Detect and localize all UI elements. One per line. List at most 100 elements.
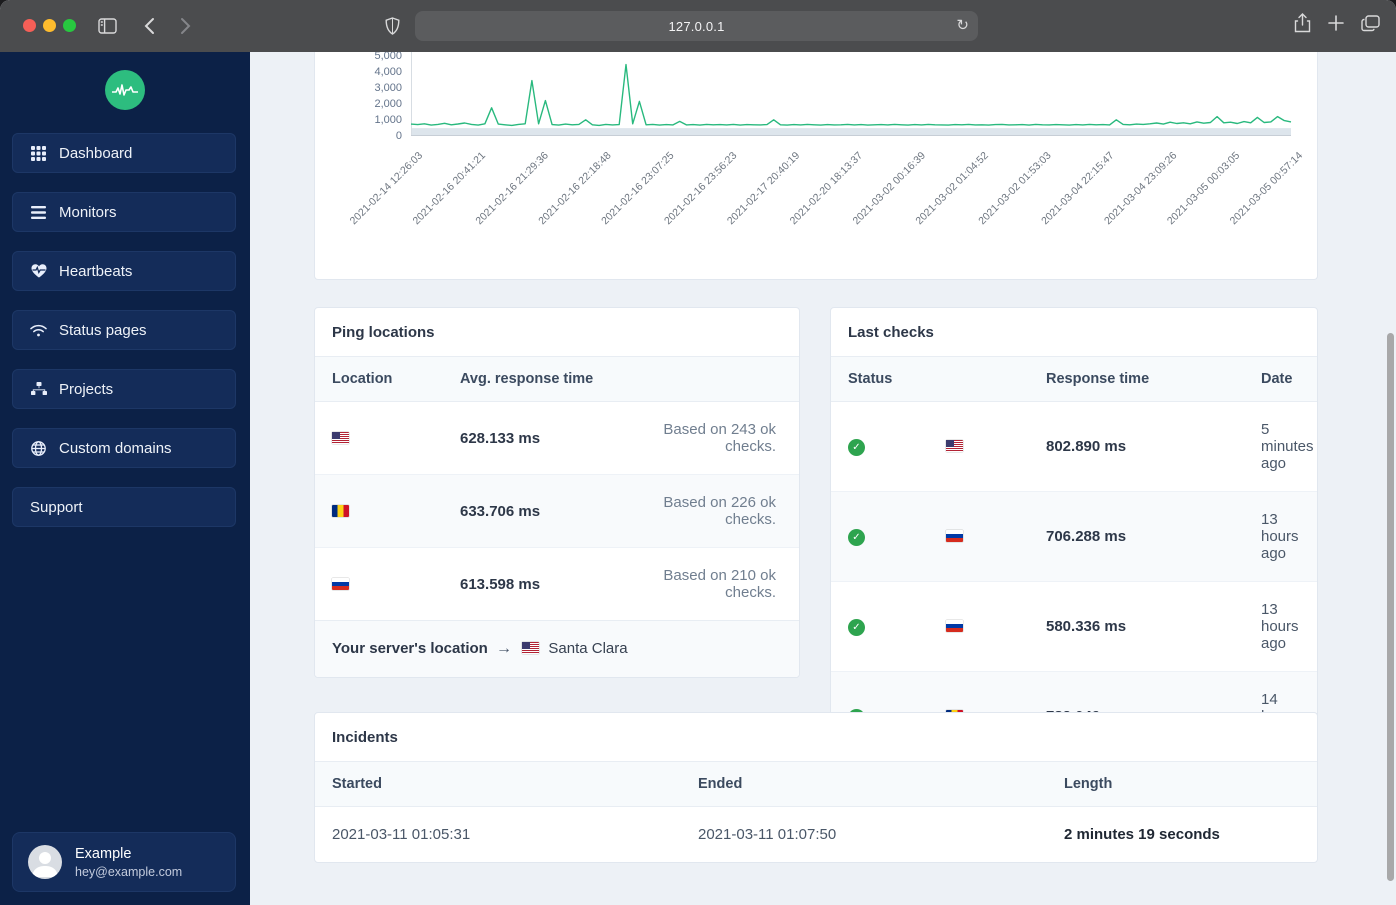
- ping-locations-title: Ping locations: [332, 324, 435, 341]
- incident-row: 2021-03-11 01:05:31 2021-03-11 01:07:50 2 …: [315, 807, 1317, 863]
- response-time-series: [410, 63, 1292, 127]
- response-time-chart: 01,0002,0003,0004,0005,0002021-02-14 12:…: [348, 52, 1306, 228]
- status-cell: [831, 491, 929, 582]
- y-axis-tick-label: 3,000: [374, 82, 402, 94]
- sidebar-item-label: Support: [30, 498, 83, 516]
- column-header-flag: [929, 356, 1029, 402]
- scrollbar-thumb[interactable]: [1387, 333, 1394, 881]
- ended-cell: 2021-03-11 01:07:50: [698, 826, 837, 843]
- column-header-status: Status: [831, 356, 929, 402]
- avg-response-time-cell: 613.598 ms: [460, 575, 541, 593]
- y-axis-tick-label: 5,000: [374, 52, 402, 62]
- globe-icon: [30, 440, 47, 456]
- heartbeat-icon: [30, 264, 47, 278]
- url-text: 127.0.0.1: [668, 18, 725, 34]
- server-location-footer: Your server's location → Santa Clara: [315, 620, 799, 677]
- arrow-right-icon: →: [496, 640, 513, 657]
- column-header-avg-response-time: Avg. response time: [443, 356, 637, 402]
- x-axis-tick-label: 2021-03-05 00:57:14: [1228, 150, 1306, 228]
- checks-note-cell: Based on 243 ok checks.: [637, 401, 799, 475]
- sidebar-item-projects[interactable]: Projects: [12, 369, 236, 409]
- column-header-response-time: Response time: [1029, 356, 1244, 402]
- user-card[interactable]: Example hey@example.com: [12, 832, 236, 892]
- sidebar-item-dashboard[interactable]: Dashboard: [12, 133, 236, 173]
- incidents-title: Incidents: [332, 729, 398, 746]
- sidebar: Dashboard Monitors Heartbeats Status pag…: [0, 52, 250, 905]
- sidebar-item-status-pages[interactable]: Status pages: [12, 310, 236, 350]
- table-header-row: Status Response time Date: [831, 356, 1317, 402]
- close-window-button[interactable]: [23, 19, 36, 32]
- flag-us-icon: [522, 642, 540, 654]
- ok-status-icon: [848, 529, 865, 547]
- incidents-card: Incidents Started Ended Length 2021-03-1…: [314, 712, 1318, 863]
- sidebar-toggle-icon[interactable]: [94, 13, 120, 39]
- privacy-shield-icon[interactable]: [379, 13, 405, 39]
- reload-icon[interactable]: ↻: [956, 16, 969, 34]
- status-cell: [831, 581, 929, 672]
- sidebar-item-monitors[interactable]: Monitors: [12, 192, 236, 232]
- tab-overview-icon[interactable]: [1361, 14, 1380, 37]
- y-axis-tick-label: 0: [396, 130, 402, 142]
- location-cell: [315, 474, 443, 548]
- flag-us-icon: [946, 440, 963, 452]
- user-name: Example: [75, 845, 132, 862]
- sidebar-item-label: Heartbeats: [59, 262, 133, 280]
- fullscreen-window-button[interactable]: [63, 19, 76, 32]
- ok-status-icon: [848, 439, 865, 457]
- date-cell: 13 hours ago: [1244, 581, 1317, 672]
- share-icon[interactable]: [1294, 13, 1311, 38]
- sidebar-item-custom-domains[interactable]: Custom domains: [12, 428, 236, 468]
- server-location-value: Santa Clara: [548, 640, 628, 657]
- sidebar-item-support[interactable]: Support: [12, 487, 236, 527]
- column-header-empty: [637, 356, 799, 402]
- last-check-row: 580.336 ms13 hours ago: [831, 581, 1317, 672]
- list-icon: [30, 205, 47, 219]
- sidebar-item-heartbeats[interactable]: Heartbeats: [12, 251, 236, 291]
- location-cell: [315, 401, 443, 475]
- started-cell: 2021-03-11 01:05:31: [332, 826, 471, 843]
- ping-location-row: 613.598 ms Based on 210 ok checks.: [315, 548, 799, 621]
- last-checks-title: Last checks: [848, 324, 934, 341]
- flag-cell: [929, 401, 1029, 492]
- browser-toolbar: 127.0.0.1 ↻: [0, 0, 1396, 53]
- incidents-table: Started Ended Length 2021-03-11 01:05:31…: [315, 761, 1317, 862]
- table-header-row: Location Avg. response time: [315, 356, 799, 402]
- column-header-started: Started: [315, 761, 681, 807]
- ok-status-icon: [848, 619, 865, 637]
- new-tab-icon[interactable]: [1328, 15, 1344, 36]
- flag-cell: [929, 581, 1029, 672]
- server-location-label: Your server's location: [332, 640, 488, 657]
- flag-us-icon: [332, 431, 349, 444]
- location-cell: [315, 548, 443, 621]
- ping-locations-card: Ping locations Location Avg. response ti…: [314, 307, 800, 678]
- response-time-chart-card: 0 1,000 2,000 3,000 4,000 5,000 2021-02-14 12:…: [314, 52, 1318, 280]
- main-content: 0 1,000 2,000 3,000 4,000 5,000 2021-02-14 12:…: [250, 52, 1396, 905]
- ping-locations-table: Location Avg. response time 628.133 ms Ba…: [315, 356, 799, 620]
- avg-response-time-cell: 633.706 ms: [443, 474, 637, 548]
- sitemap-icon: [30, 382, 47, 396]
- table-header-row: Started Ended Length: [315, 761, 1317, 807]
- user-email: hey@example.com: [75, 864, 183, 879]
- sidebar-item-label: Monitors: [59, 203, 117, 221]
- browser-window: 127.0.0.1 ↻ Dashboard Monitors Heartbeat…: [0, 0, 1396, 905]
- sidebar-nav: Dashboard Monitors Heartbeats Status pag…: [12, 133, 236, 546]
- length-cell: 2 minutes 19 seconds: [1064, 826, 1220, 843]
- ping-location-row: 628.133 ms Based on 243 ok checks.: [315, 401, 799, 475]
- column-header-date: Date: [1244, 356, 1317, 402]
- checks-note-cell: Based on 210 ok checks.: [663, 567, 776, 601]
- minimize-window-button[interactable]: [43, 19, 56, 32]
- column-header-location: Location: [315, 356, 443, 402]
- sidebar-item-label: Custom domains: [59, 439, 172, 457]
- baseline-band: [411, 128, 1291, 135]
- pulse-icon: [112, 84, 138, 96]
- address-bar[interactable]: 127.0.0.1 ↻: [415, 11, 978, 41]
- back-icon[interactable]: [136, 13, 162, 39]
- response-time-cell: 706.288 ms: [1029, 491, 1244, 582]
- app-logo: [105, 70, 145, 110]
- flag-ru-icon: [946, 530, 963, 542]
- flag-cell: [929, 491, 1029, 582]
- last-check-row: 706.288 ms13 hours ago: [831, 491, 1317, 582]
- forward-icon[interactable]: [172, 13, 198, 39]
- ping-location-row: 633.706 ms Based on 226 ok checks.: [315, 474, 799, 548]
- date-cell: 13 hours ago: [1244, 491, 1317, 582]
